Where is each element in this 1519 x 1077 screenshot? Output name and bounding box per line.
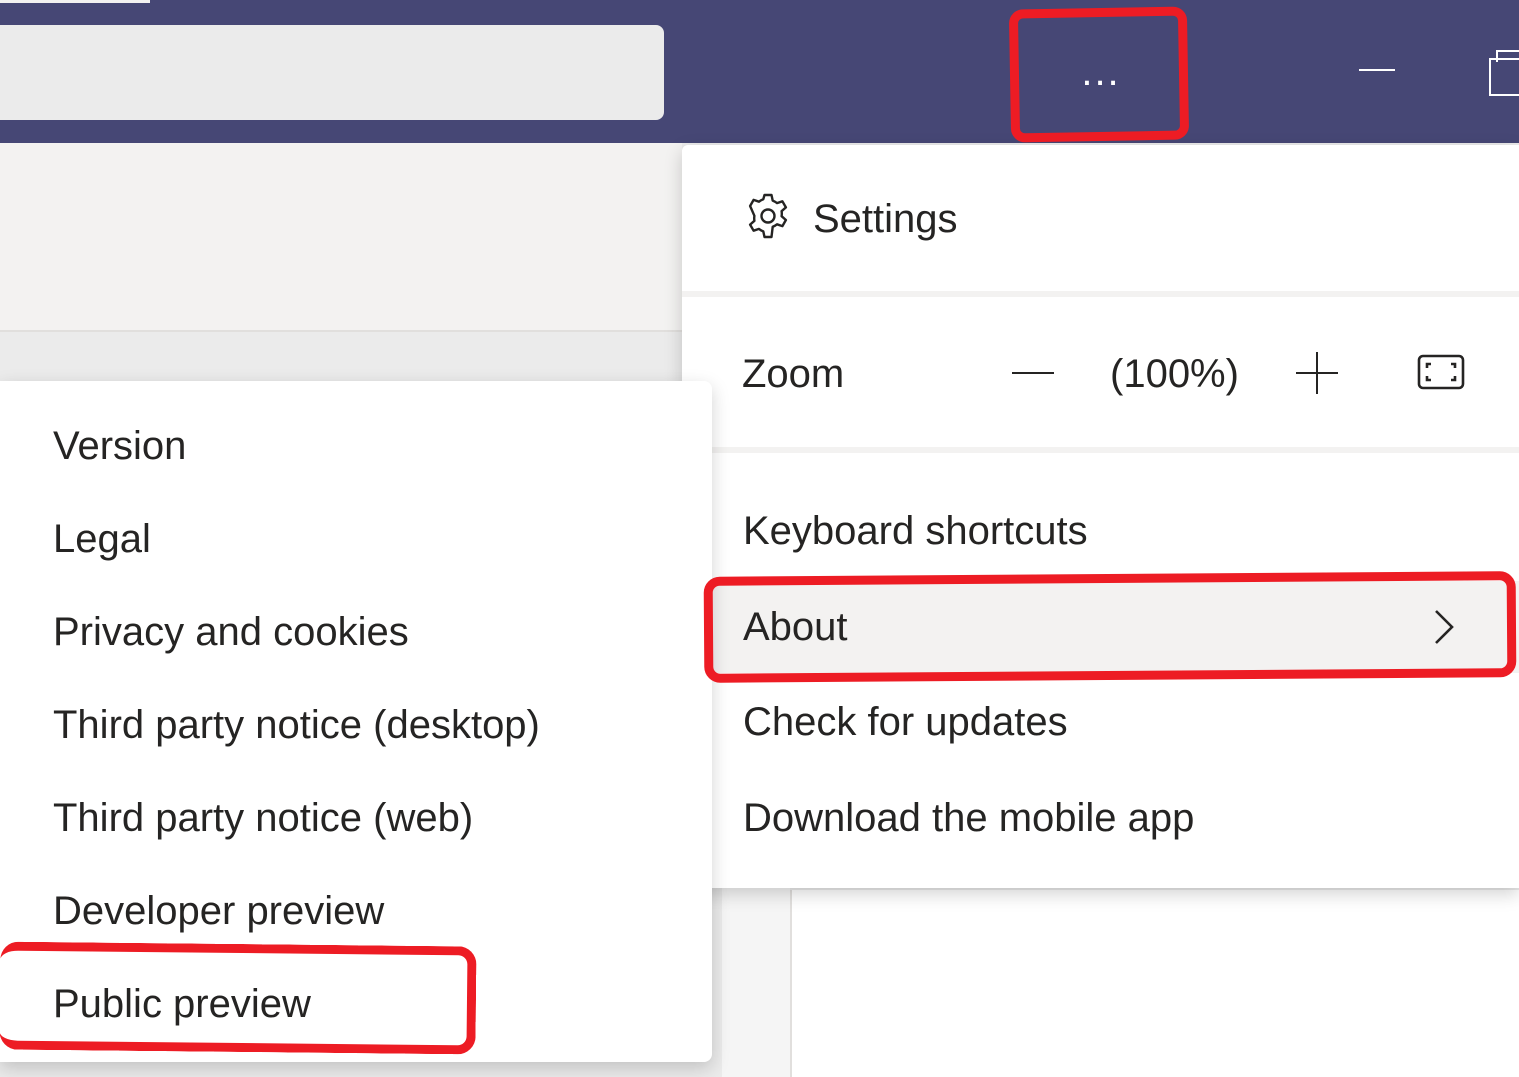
minimize-icon bbox=[1359, 69, 1395, 71]
background-column bbox=[722, 880, 790, 1077]
submenu-item-version[interactable]: Version bbox=[0, 400, 712, 493]
restore-button[interactable] bbox=[1484, 45, 1519, 96]
zoom-level: (100%) bbox=[1110, 352, 1239, 396]
search-input[interactable] bbox=[0, 25, 664, 120]
annotation-highlight-public-preview bbox=[0, 941, 477, 1055]
zoom-in-button[interactable] bbox=[1292, 349, 1342, 397]
submenu-item-third-party-notice-desktop[interactable]: Third party notice (desktop) bbox=[0, 679, 712, 772]
minus-icon bbox=[1012, 372, 1054, 374]
divider bbox=[682, 447, 1519, 453]
submenu-item-label: Third party notice (web) bbox=[53, 796, 474, 840]
menu-item-keyboard-shortcuts[interactable]: Keyboard shortcuts bbox=[682, 485, 1519, 577]
submenu-item-third-party-notice-web[interactable]: Third party notice (web) bbox=[0, 772, 712, 865]
submenu-item-privacy-and-cookies[interactable]: Privacy and cookies bbox=[0, 586, 712, 679]
annotation-highlight-more-options bbox=[1008, 6, 1190, 143]
menu-item-label: Check for updates bbox=[743, 700, 1068, 744]
submenu-item-legal[interactable]: Legal bbox=[0, 493, 712, 586]
annotation-highlight-about bbox=[703, 571, 1517, 683]
menu-item-label: Download the mobile app bbox=[743, 796, 1195, 840]
background-panel bbox=[0, 143, 682, 332]
fullscreen-icon[interactable] bbox=[1416, 353, 1466, 391]
settings-label: Settings bbox=[813, 197, 958, 241]
submenu-item-label: Third party notice (desktop) bbox=[53, 703, 540, 747]
zoom-row: Zoom (100%) bbox=[682, 297, 1519, 447]
zoom-label: Zoom bbox=[742, 352, 845, 396]
menu-item-check-for-updates[interactable]: Check for updates bbox=[682, 676, 1519, 768]
minimize-button[interactable] bbox=[1357, 55, 1397, 85]
submenu-item-label: Developer preview bbox=[53, 889, 385, 933]
zoom-out-button[interactable] bbox=[1007, 349, 1057, 397]
background-card bbox=[790, 890, 1519, 1077]
more-options-menu: Settings Zoom (100%) Keyboard shortcuts … bbox=[682, 145, 1519, 888]
restore-icon bbox=[1489, 58, 1519, 96]
menu-item-label: Keyboard shortcuts bbox=[743, 509, 1088, 553]
title-bar: ... bbox=[0, 0, 1519, 143]
tab-indicator bbox=[0, 0, 150, 3]
submenu-item-label: Version bbox=[53, 424, 187, 468]
submenu-item-label: Privacy and cookies bbox=[53, 610, 409, 654]
menu-item-settings[interactable]: Settings bbox=[682, 145, 1519, 291]
menu-item-download-mobile-app[interactable]: Download the mobile app bbox=[682, 772, 1519, 864]
submenu-item-label: Legal bbox=[53, 517, 151, 561]
gear-icon bbox=[748, 193, 788, 239]
